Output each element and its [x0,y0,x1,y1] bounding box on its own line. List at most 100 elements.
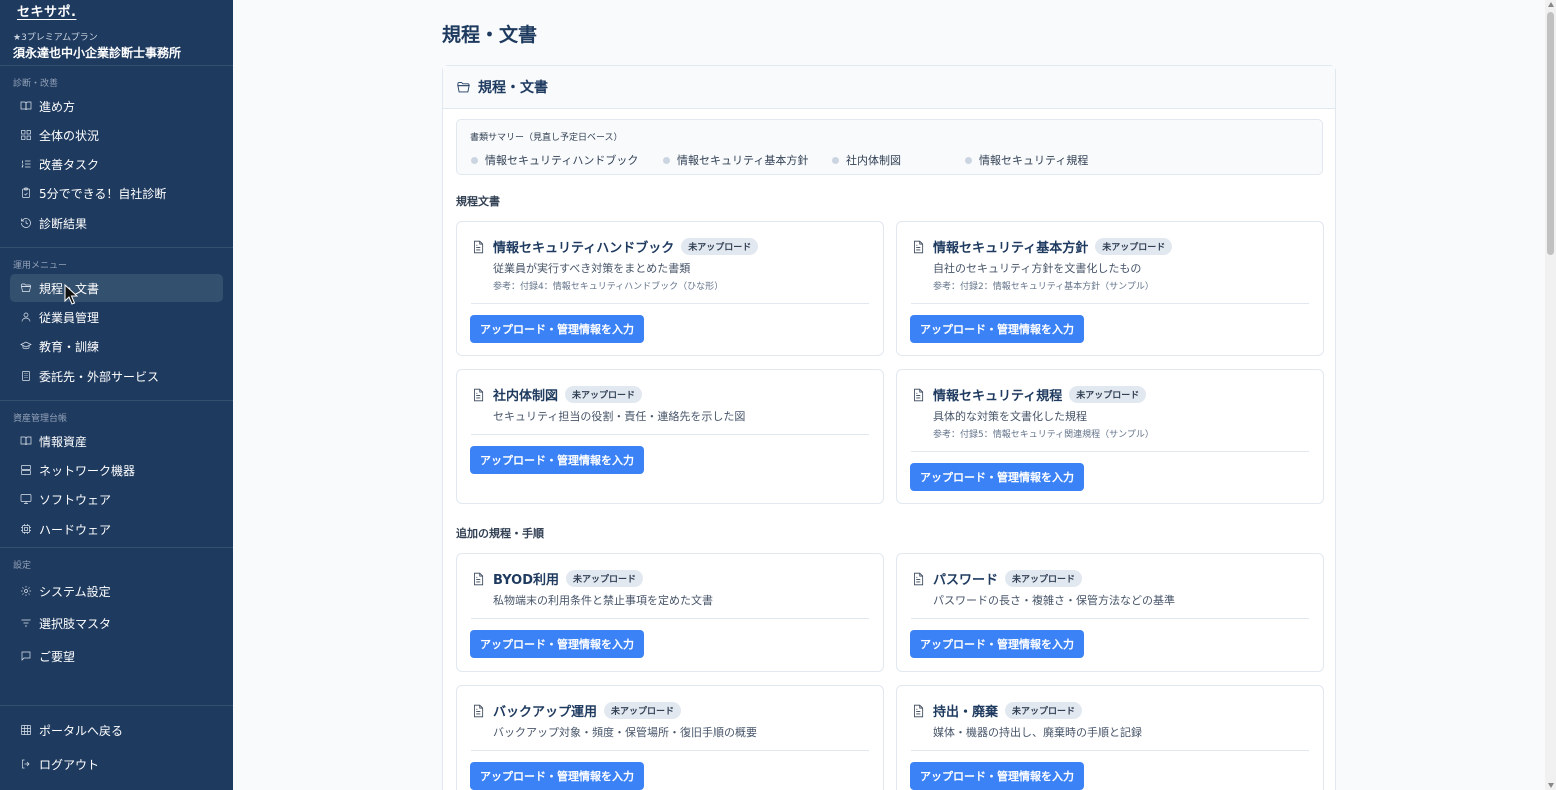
sidebar-item-label: 情報資産 [39,434,88,449]
sidebar-item-label: 改善タスク [39,157,100,172]
card-description: バックアップ対象・頻度・保管場所・復旧手順の概要 [493,726,757,739]
upload-button[interactable]: アップロード・管理情報を入力 [910,315,1084,343]
card-title: 持出・廃棄 未アップロード [911,701,1083,720]
building-icon [20,370,32,382]
status-badge: 未アップロード [681,238,759,255]
book-open-icon [20,435,32,447]
card-title: パスワード 未アップロード [911,569,1083,588]
document-card: 情報セキュリティハンドブック 未アップロード 従業員が実行すべき対策をまとめた書… [456,221,884,356]
sidebar-item-guide[interactable]: 進め方 [10,92,223,120]
status-badge: 未アップロード [604,702,682,719]
sidebar-item-software[interactable]: ソフトウェア [10,485,223,513]
logout-button[interactable]: ログアウト [10,750,223,778]
sidebar-item-feedback[interactable]: ご要望 [10,642,223,670]
summary-item-label: 社内体制図 [846,154,901,167]
document-card: バックアップ運用 未アップロード バックアップ対象・頻度・保管場所・復旧手順の概… [456,685,884,790]
summary-item-label: 情報セキュリティハンドブック [485,154,639,167]
upload-button[interactable]: アップロード・管理情報を入力 [470,630,644,658]
document-card: 持出・廃棄 未アップロード 媒体・機器の持出し、廃棄時の手順と記録 アップロード… [896,685,1324,790]
section-label-assets: 資産管理台帳 [13,414,68,424]
divider [0,247,233,248]
section-label-diagnosis: 診断・改善 [13,79,59,89]
sidebar-item-vendors[interactable]: 委託先・外部サービス [10,362,223,390]
divider [0,400,233,401]
summary-item: 情報セキュリティ規程 [965,152,1088,168]
document-card: 情報セキュリティ規程 未アップロード 具体的な対策を文書化した規程 参考：付録5… [896,369,1324,504]
card-title: 情報セキュリティ規程 未アップロード [911,385,1147,404]
group-label-additional: 追加の規程・手順 [456,527,544,540]
brand-logo[interactable]: セキサポ. [17,5,220,25]
cpu-icon [20,523,32,535]
upload-button[interactable]: アップロード・管理情報を入力 [470,446,644,474]
upload-button[interactable]: アップロード・管理情報を入力 [910,630,1084,658]
upload-button[interactable]: アップロード・管理情報を入力 [470,315,644,343]
sidebar-item-self-check[interactable]: 5分でできる！自社診断 [10,179,223,207]
card-title: 情報セキュリティハンドブック 未アップロード [471,237,759,256]
status-dot [965,156,972,164]
sidebar-item-network[interactable]: ネットワーク機器 [10,456,223,484]
summary-item-label: 情報セキュリティ基本方針 [677,154,809,167]
sidebar-item-label: システム設定 [39,584,111,599]
card-title-text: 情報セキュリティ基本方針 [933,241,1089,256]
card-description: 自社のセキュリティ方針を文書化したもの [933,262,1142,275]
document-card: 社内体制図 未アップロード セキュリティ担当の役割・責任・連絡先を示した図 アッ… [456,369,884,504]
panel-header: 規程・文書 [443,66,1335,109]
portal-link[interactable]: ポータルへ戻る [10,716,223,744]
sidebar: セキサポ. ★3プレミアムプラン 須永達也中小企業診断士事務所 診断・改善 進め… [0,0,233,790]
sidebar-item-label: ソフトウェア [39,492,112,507]
sidebar-item-employees[interactable]: 従業員管理 [10,303,223,331]
card-title-text: パスワード [933,573,999,588]
documents-panel: 規程・文書 書類サマリー（見直し予定日ベース） 情報セキュリティハンドブック 情… [442,65,1336,790]
card-description: パスワードの長さ・複雑さ・保管方法などの基準 [933,594,1175,607]
sidebar-item-label: ハードウェア [39,522,112,537]
group-label-policies: 規程文書 [456,195,500,208]
sidebar-item-label: ご要望 [39,649,76,664]
sidebar-item-label: ネットワーク機器 [39,463,136,478]
sidebar-item-system-settings[interactable]: システム設定 [10,577,223,605]
divider [911,303,1309,304]
sidebar-item-options-master[interactable]: 選択肢マスタ [10,609,223,637]
sidebar-item-info-assets[interactable]: 情報資産 [10,427,223,455]
card-description: 具体的な対策を文書化した規程 [933,410,1087,423]
upload-button[interactable]: アップロード・管理情報を入力 [910,762,1084,790]
brand: セキサポ. ★3プレミアムプラン 須永達也中小企業診断士事務所 [0,0,233,61]
summary-title: 書類サマリー（見直し予定日ベース） [470,133,623,143]
divider [471,618,869,619]
sidebar-item-overview[interactable]: 全体の状況 [10,121,223,149]
sidebar-item-documents[interactable]: 規程・文書 [10,274,223,302]
upload-button[interactable]: アップロード・管理情報を入力 [910,463,1084,491]
server-icon [20,464,32,476]
sidebar-item-hardware[interactable]: ハードウェア [10,515,223,543]
card-reference: 参考：付録4：情報セキュリティハンドブック（ひな形） [493,282,724,292]
card-description: 媒体・機器の持出し、廃棄時の手順と記録 [933,726,1142,739]
mouse-cursor-icon [64,284,78,305]
page-title: 規程・文書 [442,24,538,46]
scroll-thumb[interactable] [1547,12,1554,255]
divider [911,618,1309,619]
divider [0,705,233,706]
summary-item-label: 情報セキュリティ規程 [979,154,1089,167]
monitor-icon [20,493,32,505]
graduation-cap-icon [20,340,32,352]
sidebar-item-training[interactable]: 教育・訓練 [10,332,223,360]
gear-icon [20,585,32,597]
sidebar-item-tasks[interactable]: 改善タスク [10,150,223,178]
page-scrollbar[interactable] [1545,0,1556,790]
upload-button[interactable]: アップロード・管理情報を入力 [470,762,644,790]
card-title-text: 情報セキュリティ規程 [933,389,1063,404]
summary-item: 情報セキュリティ基本方針 [663,152,808,168]
card-title-text: 情報セキュリティハンドブック [493,241,675,256]
file-text-icon [474,240,484,253]
grid-icon [20,129,32,141]
sidebar-item-results[interactable]: 診断結果 [10,209,223,237]
book-open-icon [20,100,32,112]
scroll-down-icon[interactable] [1548,783,1554,788]
card-description: 私物端末の利用条件と禁止事項を定めた文書 [493,594,713,607]
sidebar-item-label: 教育・訓練 [39,339,100,354]
file-text-icon [474,704,484,717]
sidebar-item-label: 委託先・外部サービス [39,369,160,384]
scroll-up-icon[interactable] [1548,2,1554,7]
filter-icon [20,617,32,629]
summary-item: 社内体制図 [832,152,901,168]
card-title-text: BYOD利用 [493,573,559,588]
